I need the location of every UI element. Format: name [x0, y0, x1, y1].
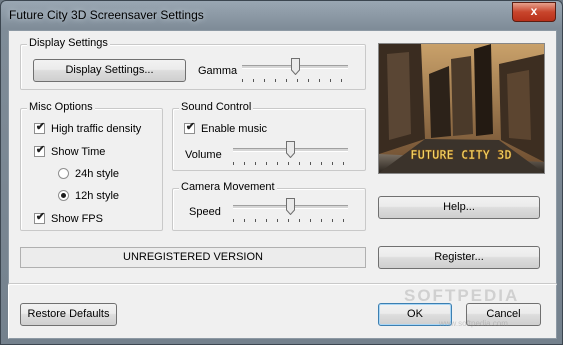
volume-ticks	[233, 162, 348, 165]
title-bar[interactable]: Future City 3D Screensaver Settings x	[1, 1, 562, 31]
gamma-label: Gamma	[198, 65, 238, 77]
show-time-label[interactable]: Show Time	[51, 146, 105, 158]
city-scene-graphic: FUTURE CITY 3D	[379, 44, 544, 173]
radio-selected-dot	[61, 193, 66, 198]
display-settings-button[interactable]: Display Settings...	[33, 59, 186, 82]
camera-movement-legend: Camera Movement	[179, 181, 277, 193]
check-mark-icon: ✔	[185, 121, 196, 133]
volume-label: Volume	[185, 149, 222, 161]
display-settings-legend: Display Settings	[27, 37, 110, 49]
enable-music-checkbox[interactable]: ✔	[184, 121, 196, 134]
window-title: Future City 3D Screensaver Settings	[9, 8, 204, 22]
close-button[interactable]: x	[512, 2, 556, 22]
gamma-thumb[interactable]	[290, 58, 300, 75]
dialog-client-area: Display Settings Display Settings... Gam…	[8, 30, 557, 339]
softpedia-watermark-url: www.softpedia.com	[439, 319, 508, 328]
high-traffic-checkbox[interactable]: ✔	[34, 121, 46, 134]
restore-defaults-button[interactable]: Restore Defaults	[20, 303, 117, 326]
volume-slider[interactable]	[233, 141, 348, 167]
misc-options-legend: Misc Options	[27, 101, 95, 113]
radio-24h-label[interactable]: 24h style	[75, 168, 119, 180]
volume-thumb[interactable]	[286, 141, 295, 158]
speed-thumb[interactable]	[286, 198, 295, 215]
gamma-slider[interactable]	[242, 58, 348, 84]
radio-12h-style[interactable]	[58, 190, 69, 201]
high-traffic-label[interactable]: High traffic density	[51, 123, 141, 135]
show-time-checkbox[interactable]: ✔	[34, 144, 46, 157]
speed-label: Speed	[189, 206, 221, 218]
preview-logo-text: FUTURE CITY 3D	[410, 148, 511, 162]
settings-window: Future City 3D Screensaver Settings x Di…	[0, 0, 563, 345]
check-mark-icon: ✔	[35, 211, 46, 223]
radio-24h-style[interactable]	[58, 168, 69, 179]
enable-music-label[interactable]: Enable music	[201, 123, 267, 135]
speed-slider[interactable]	[233, 198, 348, 224]
registration-status: UNREGISTERED VERSION	[20, 247, 366, 268]
softpedia-watermark: SOFTPEDIA	[404, 286, 520, 305]
sound-control-legend: Sound Control	[179, 101, 254, 113]
gamma-ticks	[242, 79, 348, 82]
radio-12h-label[interactable]: 12h style	[75, 190, 119, 202]
show-fps-checkbox[interactable]: ✔	[34, 211, 46, 224]
check-mark-icon: ✔	[35, 144, 46, 156]
register-button[interactable]: Register...	[378, 246, 540, 269]
show-fps-label[interactable]: Show FPS	[51, 213, 103, 225]
speed-ticks	[233, 219, 348, 222]
check-mark-icon: ✔	[35, 121, 46, 133]
preview-image: FUTURE CITY 3D	[378, 43, 545, 174]
help-button[interactable]: Help...	[378, 196, 540, 219]
